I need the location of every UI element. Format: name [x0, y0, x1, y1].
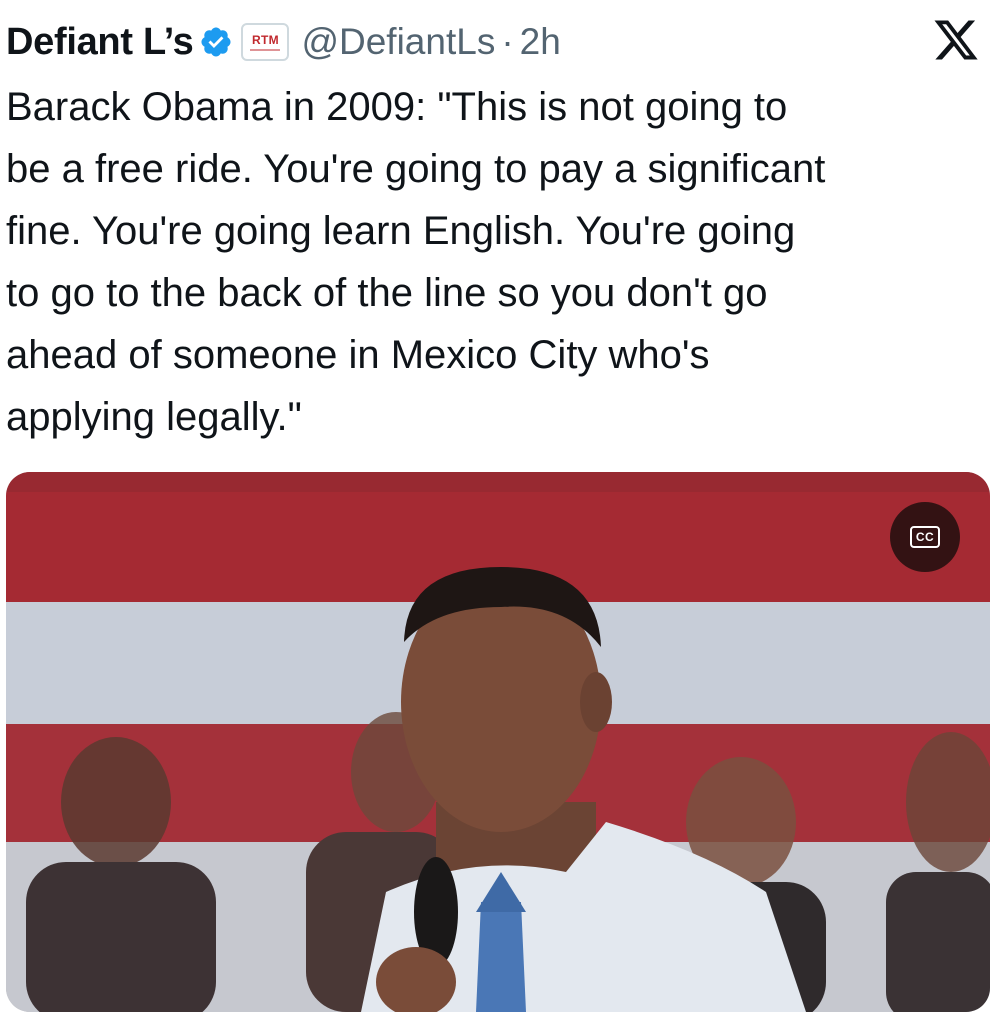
- closed-captions-button[interactable]: CC: [890, 502, 960, 572]
- tweet-header: Defiant L’s RTM @DefiantLs · 2h: [6, 14, 561, 70]
- timestamp[interactable]: 2h: [520, 21, 561, 63]
- affiliate-badge[interactable]: RTM: [241, 23, 290, 61]
- tweet-card: Defiant L’s RTM @DefiantLs · 2h Barack O…: [0, 0, 992, 1012]
- separator-dot: ·: [501, 21, 514, 62]
- x-logo-icon: [932, 16, 980, 64]
- user-handle[interactable]: @DefiantLs: [301, 21, 495, 63]
- video-thumbnail: [6, 472, 990, 1012]
- affiliate-badge-label: RTM: [252, 32, 279, 47]
- verified-badge-icon[interactable]: [199, 25, 233, 59]
- tweet-text: Barack Obama in 2009: "This is not going…: [6, 85, 826, 439]
- affiliate-badge-underline: [250, 48, 281, 51]
- closed-captions-icon: CC: [909, 526, 941, 548]
- display-name[interactable]: Defiant L’s: [6, 21, 194, 64]
- video-player[interactable]: CC: [6, 472, 990, 1012]
